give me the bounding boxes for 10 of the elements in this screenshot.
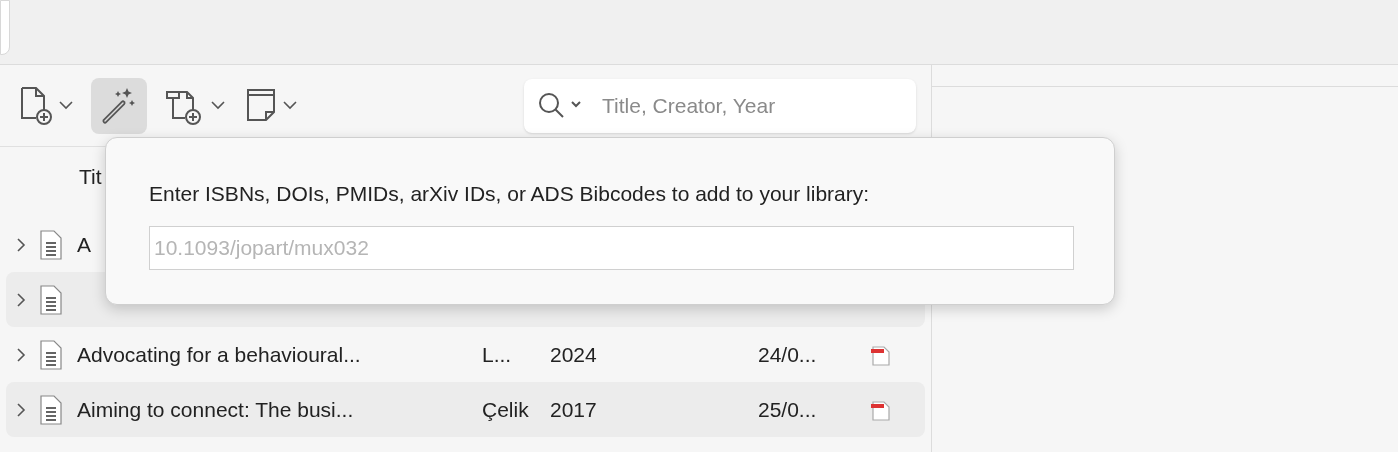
table-cell: 25/0...: [758, 397, 817, 421]
table-cell: A: [77, 232, 91, 256]
table-cell: L...: [482, 342, 512, 366]
table-cell: 24/0...: [758, 342, 817, 366]
table-cell: Aiming to connect: The busi...: [77, 397, 354, 421]
table-cell: 2024: [550, 342, 597, 366]
popup-label: Enter ISBNs, DOIs, PMIDs, arXiv IDs, or ADS Bibcodes to add to your library:: [149, 181, 871, 207]
table-cell: 2017: [550, 397, 597, 421]
table-cell: Advocating for a behavioural...: [77, 342, 361, 366]
table-cell: Çelik: [482, 397, 529, 421]
